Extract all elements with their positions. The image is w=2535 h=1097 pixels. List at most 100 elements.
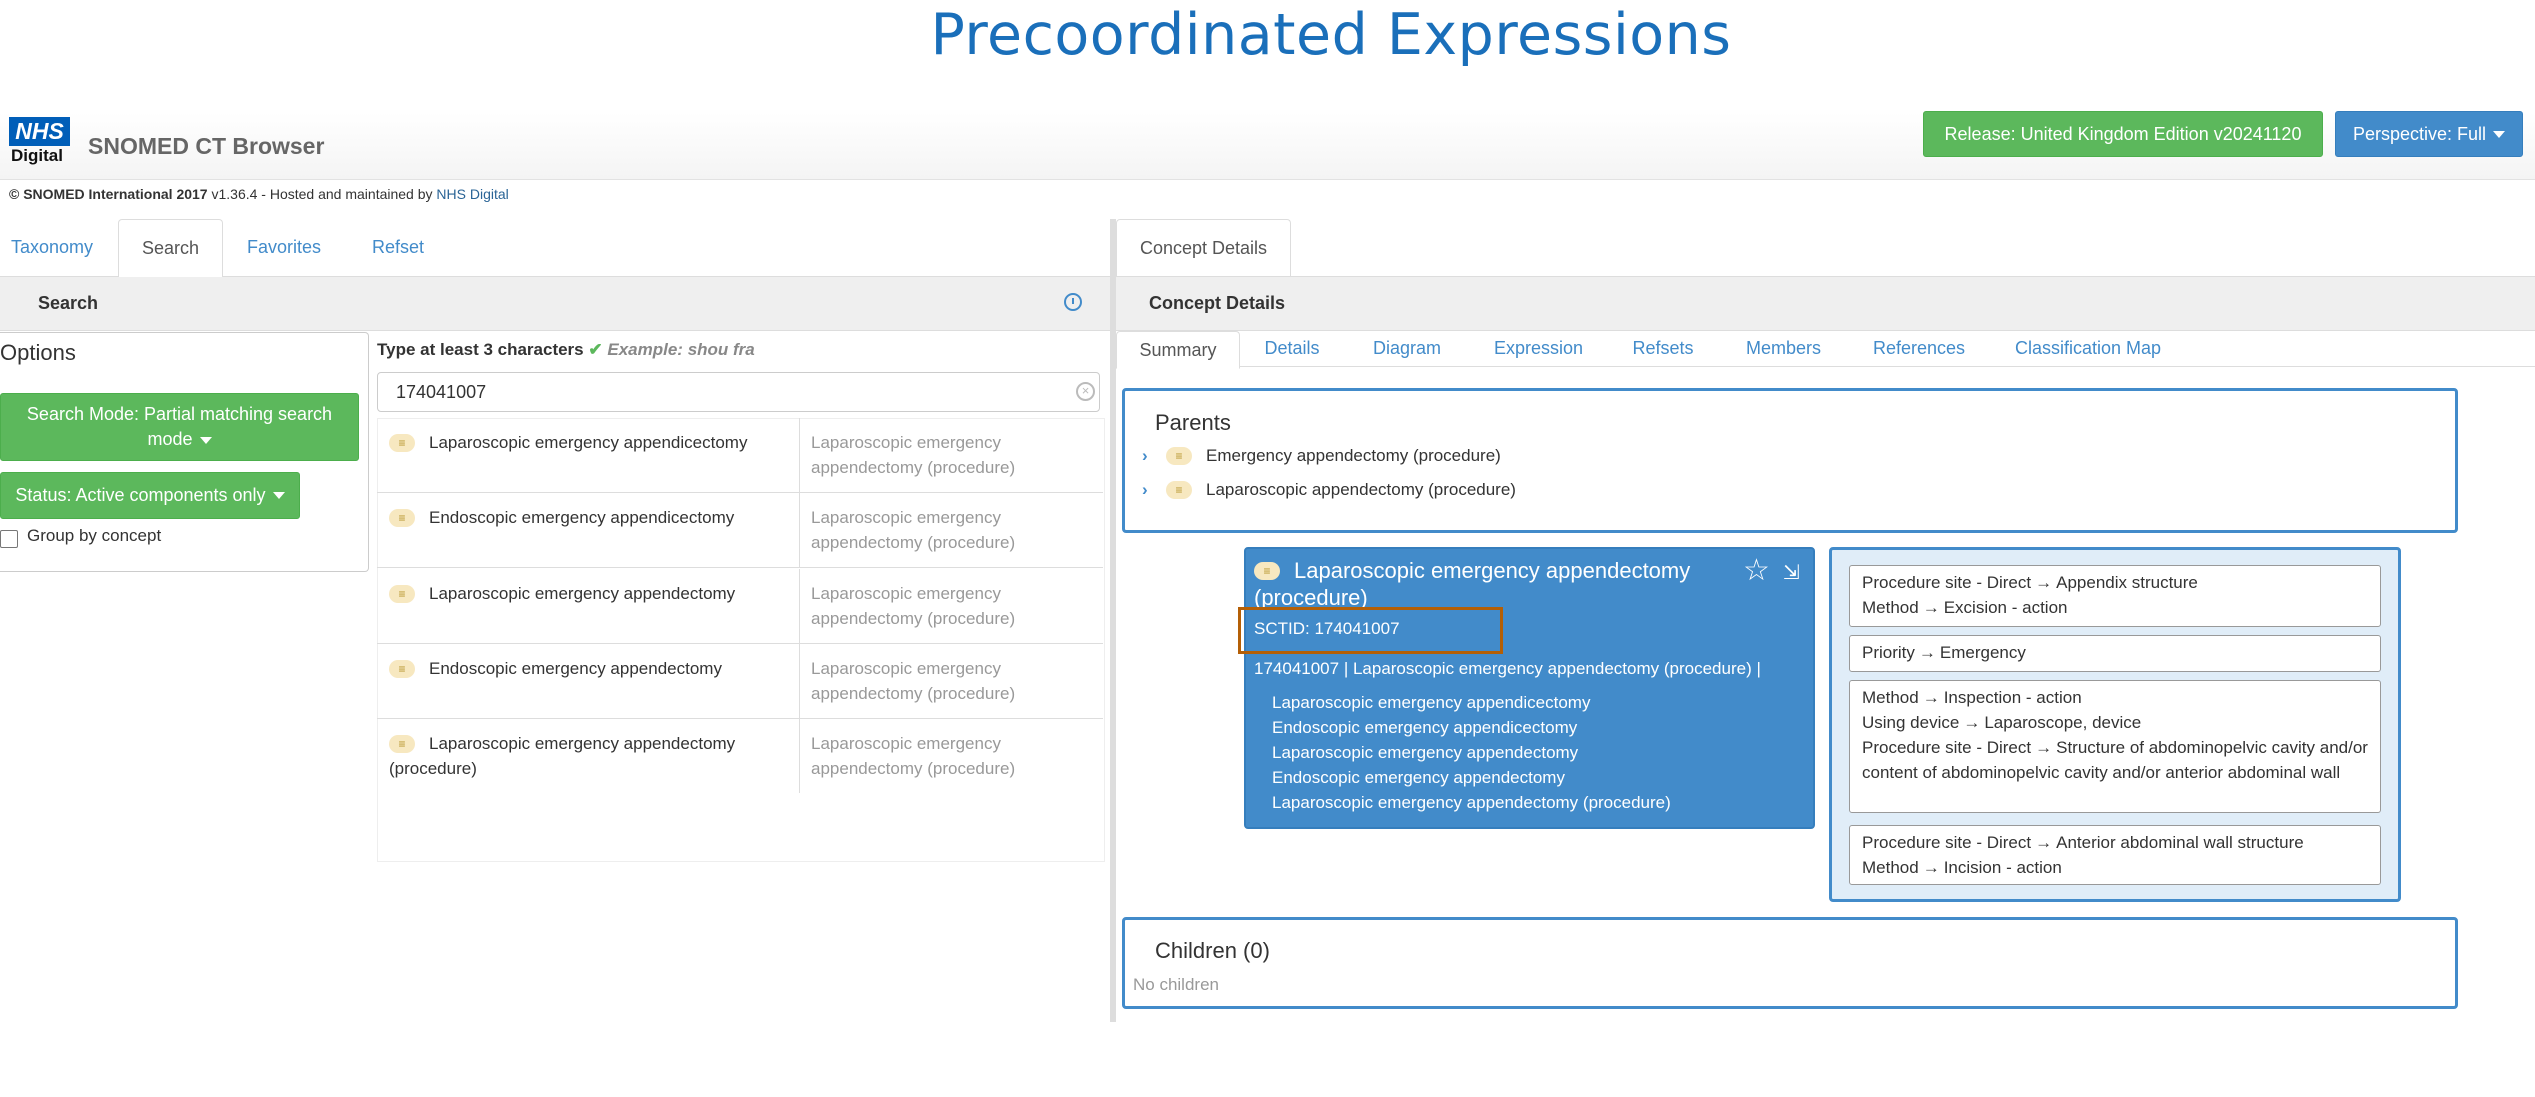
- result-fsn: Laparoscopic emergency appendectomy (pro…: [811, 508, 1016, 552]
- result-row[interactable]: ≡ Endoscopic emergency appendectomy Lapar…: [377, 644, 1103, 719]
- concept-pill-icon: ≡: [1166, 447, 1192, 465]
- attribute-row: Procedure site - Direct → Structure of abd…: [1862, 738, 2368, 782]
- result-fsn: Laparoscopic emergency appendectomy (pro…: [811, 734, 1016, 778]
- children-panel: [1122, 917, 2458, 1009]
- attribute-row: Using device → Laparoscope, device: [1862, 713, 2142, 732]
- tab-members[interactable]: Members: [1737, 331, 1830, 366]
- nhs-logo-subtext: Digital: [11, 146, 63, 165]
- tab-favorites[interactable]: Favorites: [231, 219, 337, 275]
- caret-down-icon: [199, 436, 212, 444]
- concept-title: ≡ Laparoscopic emergency appendectomy (pr…: [1254, 557, 1754, 611]
- sctid-highlight-box: [1238, 607, 1503, 654]
- parent-item[interactable]: › ≡ Laparoscopic appendectomy (procedure…: [1142, 480, 1516, 500]
- arrow-icon: →: [1922, 688, 1940, 707]
- release-label: Release: United Kingdom Edition v2024112…: [1944, 123, 2302, 144]
- result-term: Endoscopic emergency appendicectomy: [429, 508, 735, 527]
- status-button[interactable]: Status: Active components only: [0, 472, 300, 519]
- tab-references[interactable]: References: [1860, 331, 1978, 366]
- tab-expression[interactable]: Expression: [1482, 331, 1595, 366]
- group-by-concept-checkbox[interactable]: [0, 530, 18, 548]
- search-mode-button[interactable]: Search Mode: Partial matching search mod…: [0, 393, 359, 461]
- caret-down-icon: [2493, 130, 2506, 138]
- nhs-logo-box: NHS: [9, 117, 70, 146]
- star-icon[interactable]: ☆: [1743, 553, 1770, 588]
- tab-details[interactable]: Details: [1251, 331, 1333, 366]
- parent-label: Emergency appendectomy (procedure): [1206, 446, 1501, 465]
- copyright-middle: v1.36.4 - Hosted and maintained by: [207, 186, 437, 202]
- arrow-icon: →: [1918, 643, 1936, 662]
- attribute-row: Procedure site - Direct → Appendix structu…: [1862, 573, 2198, 592]
- parent-item[interactable]: › ≡ Emergency appendectomy (procedure): [1142, 446, 1501, 466]
- copyright-line: © SNOMED International 2017 v1.36.4 - Ho…: [9, 186, 509, 202]
- attribute-group: Method → Inspection - action Using device →…: [1849, 680, 2381, 813]
- arrow-icon: →: [1922, 598, 1940, 617]
- concept-details-title: Concept Details: [1149, 293, 1286, 313]
- result-row[interactable]: ≡ Laparoscopic emergency appendectomy Lap…: [377, 569, 1103, 644]
- concept-pill-icon: ≡: [389, 509, 415, 527]
- options-title: Options: [0, 340, 76, 365]
- history-icon[interactable]: [1064, 293, 1082, 311]
- example-label: Example:: [607, 340, 683, 359]
- attribute-row: Method → Inspection - action: [1862, 688, 2082, 707]
- tab-classification-map[interactable]: Classification Map: [2004, 331, 2172, 366]
- arrow-icon: →: [2035, 833, 2053, 852]
- slide-title: Precoordinated Expressions: [930, 2, 1732, 68]
- result-row[interactable]: ≡ Laparoscopic emergency appendectomy (pr…: [377, 719, 1103, 795]
- result-term: Laparoscopic emergency appendicectomy: [429, 433, 748, 452]
- synonym: Laparoscopic emergency appendectomy: [1272, 743, 1579, 762]
- tab-search[interactable]: Search: [118, 219, 223, 278]
- search-input[interactable]: [377, 372, 1100, 412]
- children-title: Children (0): [1155, 938, 1270, 963]
- export-icon[interactable]: ⇲: [1783, 560, 1800, 585]
- result-row[interactable]: ≡ Laparoscopic emergency appendicectomy L…: [377, 418, 1103, 493]
- brand-title[interactable]: SNOMED CT Browser: [88, 133, 324, 160]
- check-icon: ✔: [588, 340, 603, 359]
- copyright-prefix: © SNOMED International 2017: [9, 186, 208, 202]
- concept-title-text: Laparoscopic emergency appendectomy (pro…: [1254, 558, 1691, 610]
- tab-taxonomy[interactable]: Taxonomy: [0, 219, 104, 275]
- concept-pill-icon: ≡: [389, 585, 415, 603]
- result-fsn: Laparoscopic emergency appendectomy (pro…: [811, 433, 1016, 477]
- attribute-row: Priority → Emergency: [1862, 643, 2026, 662]
- result-fsn: Laparoscopic emergency appendectomy (pro…: [811, 659, 1016, 703]
- attribute-row: Method → Excision - action: [1862, 598, 2068, 617]
- example-text: shou fra: [687, 340, 755, 359]
- chevron-right-icon[interactable]: ›: [1142, 446, 1152, 466]
- perspective-label: Perspective: Full: [2352, 123, 2487, 144]
- group-by-concept-label: Group by concept: [27, 526, 162, 545]
- concept-pill-icon: ≡: [389, 735, 415, 753]
- search-panel-title: Search: [38, 293, 99, 313]
- chevron-right-icon[interactable]: ›: [1142, 480, 1152, 500]
- synonym: Endoscopic emergency appendectomy: [1272, 768, 1565, 787]
- arrow-icon: →: [2035, 738, 2053, 757]
- attribute-group: Priority → Emergency: [1849, 635, 2381, 672]
- search-hint: Type at least 3 characters ✔ Example: sh…: [377, 340, 755, 360]
- attribute-group: Procedure site - Direct → Appendix structu…: [1849, 565, 2381, 627]
- tab-diagram[interactable]: Diagram: [1359, 331, 1455, 366]
- synonym: Laparoscopic emergency appendectomy (pro…: [1272, 793, 1671, 812]
- search-panel-header: Search: [0, 277, 1110, 331]
- tab-concept-details[interactable]: Concept Details: [1116, 219, 1291, 278]
- attribute-group: Procedure site - Direct → Anterior abdomin…: [1849, 825, 2381, 885]
- attribute-row: Method → Incision - action: [1862, 858, 2062, 877]
- result-term: Laparoscopic emergency appendectomy: [429, 584, 736, 603]
- release-button[interactable]: Release: United Kingdom Edition v2024112…: [1923, 111, 2323, 157]
- perspective-button[interactable]: Perspective: Full: [2335, 111, 2523, 157]
- nhs-digital-link[interactable]: NHS Digital: [436, 186, 508, 202]
- tab-refset[interactable]: Refset: [350, 219, 446, 275]
- nhs-digital-logo: NHS Digital: [9, 117, 70, 165]
- arrow-icon: →: [1922, 858, 1940, 877]
- synonym: Laparoscopic emergency appendicectomy: [1272, 693, 1591, 712]
- result-term: Endoscopic emergency appendectomy: [429, 659, 722, 678]
- clear-search-icon[interactable]: ×: [1076, 382, 1095, 401]
- tab-refsets[interactable]: Refsets: [1621, 331, 1705, 366]
- caret-down-icon: [272, 492, 285, 499]
- no-children-text: No children: [1133, 975, 1219, 994]
- synonym: Endoscopic emergency appendicectomy: [1272, 718, 1578, 737]
- result-row[interactable]: ≡ Endoscopic emergency appendicectomy Lap…: [377, 493, 1103, 568]
- parent-label: Laparoscopic appendectomy (procedure): [1206, 480, 1516, 499]
- concept-pill-icon: ≡: [1254, 562, 1280, 580]
- hint-text: Type at least 3 characters: [377, 340, 584, 359]
- status-label: Status: Active components only: [15, 485, 266, 505]
- tab-summary[interactable]: Summary: [1116, 331, 1240, 369]
